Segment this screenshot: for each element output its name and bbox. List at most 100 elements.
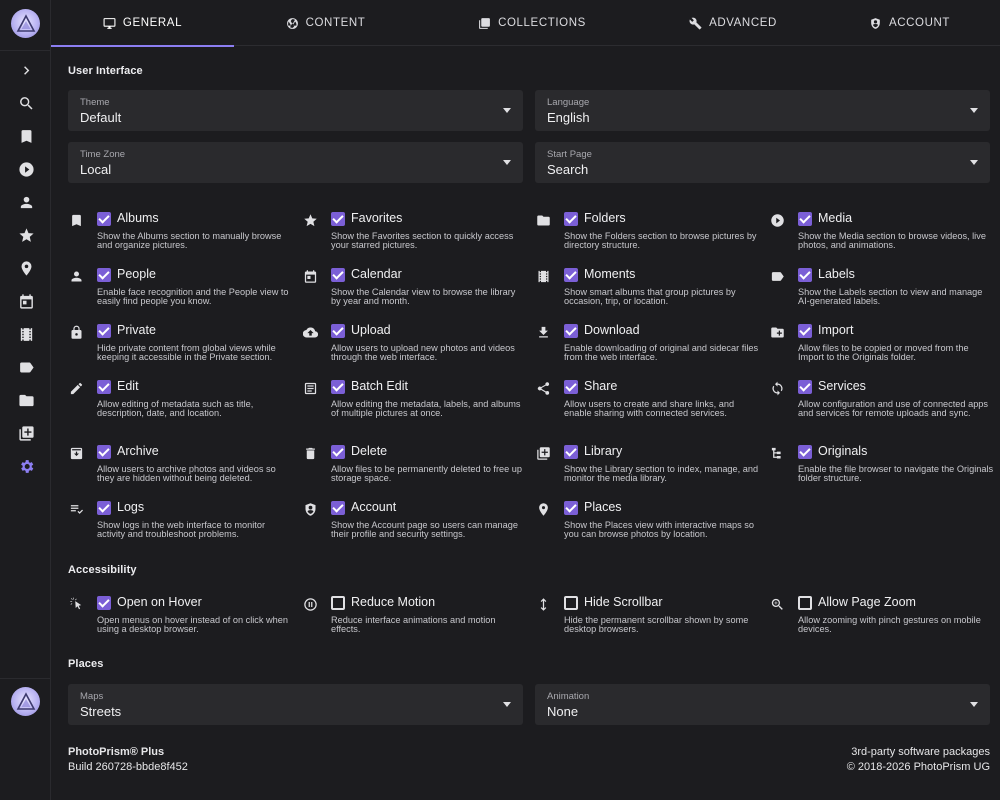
label-icon bbox=[769, 268, 785, 284]
archive-checkbox[interactable] bbox=[97, 445, 111, 459]
edit-checkbox[interactable] bbox=[97, 380, 111, 394]
media-checkbox[interactable] bbox=[798, 212, 812, 226]
wrench-icon bbox=[689, 17, 702, 29]
option-people: People Enable face recognition and the P… bbox=[68, 266, 293, 316]
option-name[interactable]: People bbox=[117, 267, 156, 281]
folders-checkbox[interactable] bbox=[564, 212, 578, 226]
trash-icon bbox=[302, 445, 318, 461]
option-name[interactable]: Download bbox=[584, 323, 640, 337]
option-name[interactable]: Services bbox=[818, 379, 866, 393]
albums-bookmark-icon[interactable] bbox=[13, 123, 39, 149]
places-map-marker-icon[interactable] bbox=[13, 255, 39, 281]
open-on-hover-checkbox[interactable] bbox=[97, 596, 111, 610]
start-page-select[interactable]: Start Page Search bbox=[535, 142, 990, 183]
private-checkbox[interactable] bbox=[97, 324, 111, 338]
labels-checkbox[interactable] bbox=[798, 268, 812, 282]
copyright: © 2018-2026 PhotoPrism UG bbox=[846, 761, 990, 773]
option-description: Allow users to archive photos and videos… bbox=[97, 464, 276, 483]
user-avatar[interactable] bbox=[11, 687, 40, 716]
app-logo[interactable] bbox=[11, 9, 40, 38]
option-name[interactable]: Albums bbox=[117, 211, 159, 225]
library-icon[interactable] bbox=[13, 420, 39, 446]
option-name[interactable]: Reduce Motion bbox=[351, 595, 435, 609]
maps-select[interactable]: Maps Streets bbox=[68, 684, 523, 725]
media-play-icon[interactable] bbox=[13, 156, 39, 182]
moments-checkbox[interactable] bbox=[564, 268, 578, 282]
select-label: Maps bbox=[80, 691, 104, 702]
logs-checkbox[interactable] bbox=[97, 501, 111, 515]
tab-content[interactable]: CONTENT bbox=[234, 0, 417, 46]
calendar-checkbox[interactable] bbox=[331, 268, 345, 282]
hide-scrollbar-checkbox[interactable] bbox=[564, 596, 578, 610]
option-name[interactable]: Labels bbox=[818, 267, 855, 281]
favorites-star-icon[interactable] bbox=[13, 222, 39, 248]
places-checkbox[interactable] bbox=[564, 501, 578, 515]
people-checkbox[interactable] bbox=[97, 268, 111, 282]
film-icon bbox=[535, 268, 551, 284]
option-name[interactable]: Calendar bbox=[351, 267, 402, 281]
option-name[interactable]: Logs bbox=[117, 500, 144, 514]
option-name[interactable]: Open on Hover bbox=[117, 595, 202, 609]
people-icon[interactable] bbox=[13, 189, 39, 215]
option-name[interactable]: Media bbox=[818, 211, 852, 225]
search-icon[interactable] bbox=[13, 90, 39, 116]
batch-edit-checkbox[interactable] bbox=[331, 380, 345, 394]
albums-checkbox[interactable] bbox=[97, 212, 111, 226]
tab-general[interactable]: GENERAL bbox=[51, 0, 234, 47]
favorites-checkbox[interactable] bbox=[331, 212, 345, 226]
option-description: Allow files to be copied or moved from t… bbox=[798, 343, 969, 362]
option-name[interactable]: Places bbox=[584, 500, 622, 514]
language-select[interactable]: Language English bbox=[535, 90, 990, 131]
option-name[interactable]: Favorites bbox=[351, 211, 402, 225]
option-name[interactable]: Archive bbox=[117, 444, 159, 458]
tab-collections[interactable]: COLLECTIONS bbox=[417, 0, 647, 46]
third-party-packages-link[interactable]: 3rd-party software packages bbox=[847, 745, 990, 760]
upload-checkbox[interactable] bbox=[331, 324, 345, 338]
share-checkbox[interactable] bbox=[564, 380, 578, 394]
select-label: Time Zone bbox=[80, 149, 126, 160]
animation-select[interactable]: Animation None bbox=[535, 684, 990, 725]
option-download: Download Enable downloading of original … bbox=[535, 322, 760, 372]
labels-tag-icon[interactable] bbox=[13, 354, 39, 380]
option-description: Enable face recognition and the People v… bbox=[97, 287, 289, 306]
option-delete: Delete Allow files to be permanently del… bbox=[302, 443, 527, 493]
section-title-places: Places bbox=[68, 658, 104, 670]
allow-page-zoom-checkbox[interactable] bbox=[798, 596, 812, 610]
account-checkbox[interactable] bbox=[331, 501, 345, 515]
reduce-motion-checkbox[interactable] bbox=[331, 596, 345, 610]
option-name[interactable]: Folders bbox=[584, 211, 626, 225]
option-name[interactable]: Originals bbox=[818, 444, 867, 458]
vertical-arrows-icon bbox=[535, 596, 551, 612]
expand-sidebar-icon[interactable] bbox=[13, 57, 39, 83]
option-originals: Originals Enable the file browser to nav… bbox=[769, 443, 994, 493]
option-name[interactable]: Allow Page Zoom bbox=[818, 595, 916, 609]
services-checkbox[interactable] bbox=[798, 380, 812, 394]
option-name[interactable]: Moments bbox=[584, 267, 635, 281]
option-name[interactable]: Share bbox=[584, 379, 617, 393]
theme-select[interactable]: Theme Default bbox=[68, 90, 523, 131]
folders-icon[interactable] bbox=[13, 387, 39, 413]
option-description: Enable downloading of original and sidec… bbox=[564, 343, 759, 362]
option-name[interactable]: Batch Edit bbox=[351, 379, 408, 393]
download-checkbox[interactable] bbox=[564, 324, 578, 338]
option-name[interactable]: Account bbox=[351, 500, 396, 514]
option-name[interactable]: Hide Scrollbar bbox=[584, 595, 663, 609]
import-checkbox[interactable] bbox=[798, 324, 812, 338]
tab-advanced[interactable]: ADVANCED bbox=[647, 0, 819, 46]
option-name[interactable]: Library bbox=[584, 444, 622, 458]
settings-gear-icon[interactable] bbox=[13, 453, 39, 479]
option-description: Allow files to be permanently deleted to… bbox=[331, 464, 523, 483]
moments-film-icon[interactable] bbox=[13, 321, 39, 347]
option-name[interactable]: Private bbox=[117, 323, 156, 337]
option-logs: Logs Show logs in the web interface to m… bbox=[68, 499, 293, 549]
tab-account[interactable]: ACCOUNT bbox=[819, 0, 1000, 46]
timezone-select[interactable]: Time Zone Local bbox=[68, 142, 523, 183]
originals-checkbox[interactable] bbox=[798, 445, 812, 459]
delete-checkbox[interactable] bbox=[331, 445, 345, 459]
option-name[interactable]: Upload bbox=[351, 323, 391, 337]
option-name[interactable]: Import bbox=[818, 323, 853, 337]
calendar-icon[interactable] bbox=[13, 288, 39, 314]
option-name[interactable]: Edit bbox=[117, 379, 139, 393]
library-checkbox[interactable] bbox=[564, 445, 578, 459]
option-name[interactable]: Delete bbox=[351, 444, 387, 458]
